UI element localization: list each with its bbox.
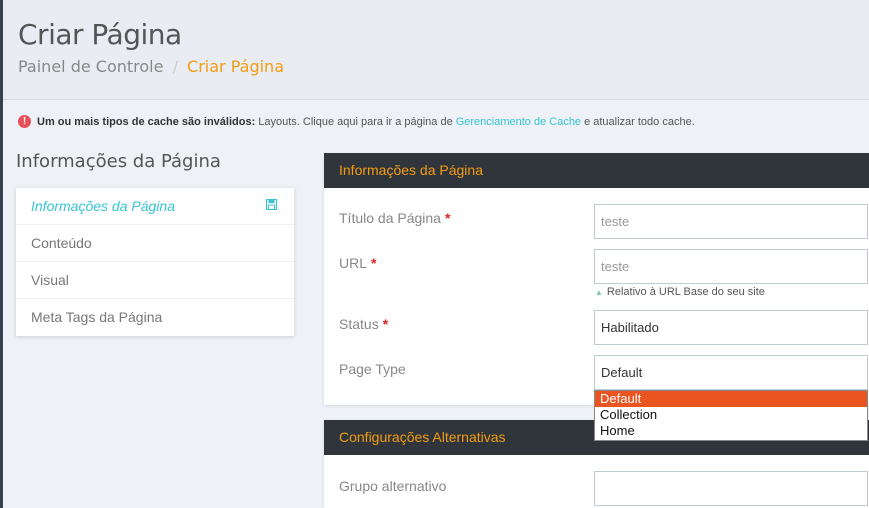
page-title-input[interactable]: teste [594,204,868,239]
tab-page-info[interactable]: Informações da Página [16,188,294,225]
status-select[interactable]: Habilitado [594,310,868,345]
url-hint: ▲ Relativo à URL Base do seu site [595,286,765,298]
url-label-text: URL [339,255,368,271]
url-label: URL * [339,255,376,271]
alert-text-after: e atualizar todo cache. [584,115,695,128]
alt-group-label: Grupo alternativo [339,478,447,494]
title-label: Título da Página * [339,210,450,226]
tab-visual[interactable]: Visual [16,262,294,299]
breadcrumb-separator: / [172,57,178,76]
cache-alert: ! Um ou mais tipos de cache são inválido… [18,115,695,128]
page-type-dropdown: Default Collection Home [594,390,868,441]
url-input[interactable]: teste [594,249,868,284]
alert-bold-text: Um ou mais tipos de cache são inválidos: [37,115,256,128]
page-header: Criar Página Painel de Controle / Criar … [3,0,869,100]
tab-label: Meta Tags da Página [31,309,163,325]
page-title: Criar Página [18,18,182,51]
status-label-text: Status [339,316,379,332]
alert-text: Layouts. Clique aqui para ir a página de [258,115,453,128]
title-label-text: Título da Página [339,210,441,226]
url-hint-text: Relativo à URL Base do seu site [606,286,765,298]
required-mark: * [382,316,389,332]
tab-label: Informações da Página [31,198,175,214]
dropdown-option-default[interactable]: Default [595,391,867,407]
sidebar-tabs: Informações da Página Conteúdo Visual Me… [16,188,294,336]
tab-meta-tags[interactable]: Meta Tags da Página [16,299,294,336]
breadcrumb: Painel de Controle / Criar Página [18,57,284,76]
page-type-select[interactable]: Default [594,355,868,390]
breadcrumb-current: Criar Página [187,57,284,76]
required-mark: * [371,255,377,271]
status-label: Status * [339,316,388,332]
page-type-label: Page Type [339,361,406,377]
alt-group-input[interactable] [594,471,868,506]
page-info-panel: Informações da Página Título da Página * … [324,153,869,405]
save-icon [266,199,277,210]
breadcrumb-home-link[interactable]: Painel de Controle [18,57,163,76]
exclamation-icon: ! [18,115,31,128]
panel-title: Informações da Página [324,153,869,188]
sidebar-title: Informações da Página [16,151,221,172]
triangle-up-icon: ▲ [595,288,603,297]
tab-label: Conteúdo [31,235,92,251]
tab-content[interactable]: Conteúdo [16,225,294,262]
dropdown-option-collection[interactable]: Collection [595,407,867,423]
dropdown-option-home[interactable]: Home [595,423,867,439]
cache-management-link[interactable]: Gerenciamento de Cache [456,116,581,128]
required-mark: * [444,210,451,226]
tab-label: Visual [31,272,69,288]
